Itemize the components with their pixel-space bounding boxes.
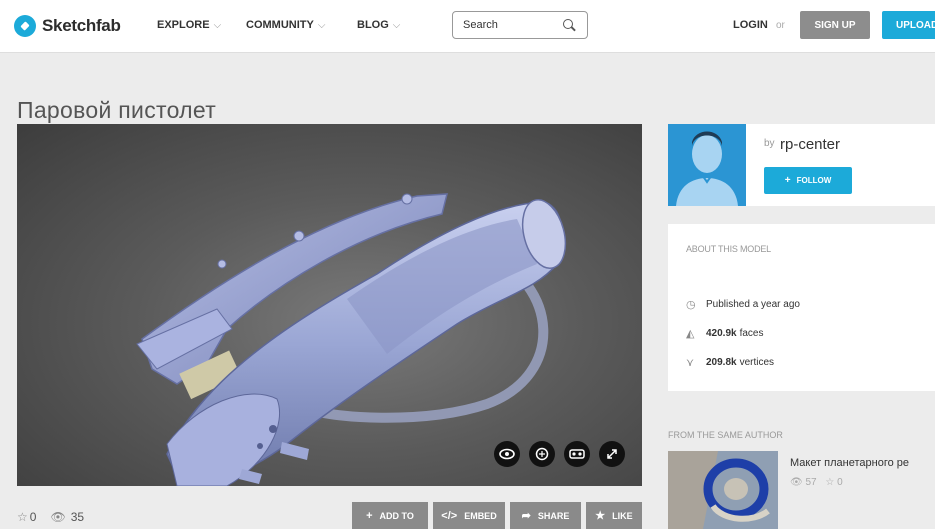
author-card: by rp-center + FOLLOW (668, 124, 935, 206)
vertices-info: ⋎ 209.8k vertices (686, 356, 774, 369)
vr-button[interactable] (564, 441, 590, 467)
faces-icon: ◭ (686, 328, 695, 340)
faces-value: 420.9k (706, 328, 737, 339)
plus-icon: + (366, 509, 373, 522)
inspector-button[interactable] (529, 441, 555, 467)
logo-text: Sketchfab (42, 16, 121, 35)
nav-explore[interactable]: EXPLORE ⌵ (157, 19, 221, 31)
embed-button[interactable]: </> EMBED (433, 502, 505, 529)
vr-headset-icon (569, 449, 585, 459)
fullscreen-icon (607, 449, 617, 459)
related-model-stats: 👁 57 ☆ 0 (790, 477, 843, 488)
eye-icon: 👁 (790, 477, 803, 488)
chevron-down-icon: ⌵ (317, 20, 326, 31)
embed-label: EMBED (464, 510, 497, 521)
nav-blog[interactable]: BLOG ⌵ (357, 19, 400, 31)
author-name-link[interactable]: rp-center (780, 136, 840, 153)
faces-info: ◭ 420.9k faces (686, 327, 764, 340)
plus-icon: + (784, 175, 791, 186)
or-text: or (776, 20, 785, 31)
related-likes-count: 0 (837, 477, 843, 488)
chevron-down-icon: ⌵ (213, 20, 222, 31)
share-button[interactable]: ➦ SHARE (510, 502, 581, 529)
star-icon: ★ (595, 510, 606, 522)
eye-icon (499, 448, 515, 460)
top-bar: Sketchfab EXPLORE⌵ COMMUNITY⌵ BLOG⌵ LOGI… (0, 0, 935, 53)
inspector-icon (535, 447, 549, 461)
fullscreen-button[interactable] (599, 441, 625, 467)
avatar[interactable] (668, 124, 746, 206)
published-text: Published a year ago (706, 299, 800, 310)
search-input[interactable] (463, 19, 563, 31)
view-controls-eye-button[interactable] (494, 441, 520, 467)
add-to-label: ADD TO (379, 510, 414, 521)
login-link[interactable]: LOGIN (733, 19, 768, 31)
model-viewer[interactable] (17, 124, 642, 486)
related-model-title[interactable]: Макет планетарного ре (790, 457, 909, 469)
related-views-count: 57 (805, 477, 817, 488)
faces-label: faces (739, 328, 764, 339)
vertices-icon: ⋎ (686, 357, 695, 369)
model-render (136, 193, 567, 486)
related-model-image (668, 451, 778, 529)
page-title: Паровой пистолет (17, 97, 217, 124)
same-author-header: FROM THE SAME AUTHOR (668, 430, 783, 440)
upload-button[interactable]: UPLOAD (882, 11, 935, 39)
vertices-value: 209.8k (706, 357, 737, 368)
about-card: ABOUT THIS MODEL ◷ Published a year ago … (668, 224, 935, 391)
nav-blog-label: BLOG (357, 19, 389, 31)
share-label: SHARE (537, 510, 570, 521)
signup-button[interactable]: SIGN UP (800, 11, 870, 39)
follow-button[interactable]: + FOLLOW (764, 167, 852, 194)
add-to-button[interactable]: + ADD TO (352, 502, 428, 529)
sketchfab-logo-icon (14, 15, 36, 37)
eye-icon: 👁 (50, 510, 66, 524)
default-avatar-icon (668, 124, 746, 206)
model-stats: ☆ 0 👁 35 (17, 510, 84, 524)
nav-community[interactable]: COMMUNITY ⌵ (246, 19, 325, 31)
published-info: ◷ Published a year ago (686, 298, 800, 311)
star-icon: ☆ (825, 477, 835, 488)
chevron-down-icon: ⌵ (392, 20, 401, 31)
search-icon[interactable] (563, 19, 573, 29)
star-icon: ☆ (17, 510, 28, 524)
about-header: ABOUT THIS MODEL (686, 244, 771, 254)
clock-icon: ◷ (686, 299, 696, 311)
by-text: by (764, 138, 775, 149)
search-box (452, 11, 588, 39)
likes-count: 0 (29, 510, 37, 524)
related-model-thumbnail[interactable] (668, 451, 778, 529)
share-arrow-icon: ➦ (521, 510, 531, 522)
vertices-label: vertices (739, 357, 775, 368)
logo[interactable]: Sketchfab (14, 14, 121, 38)
like-button[interactable]: ★ LIKE (586, 502, 642, 529)
nav-community-label: COMMUNITY (246, 19, 314, 31)
like-label: LIKE (612, 510, 633, 521)
nav-explore-label: EXPLORE (157, 19, 210, 31)
follow-label: FOLLOW (796, 176, 832, 185)
code-icon: </> (441, 509, 458, 522)
views-count: 35 (70, 510, 85, 524)
